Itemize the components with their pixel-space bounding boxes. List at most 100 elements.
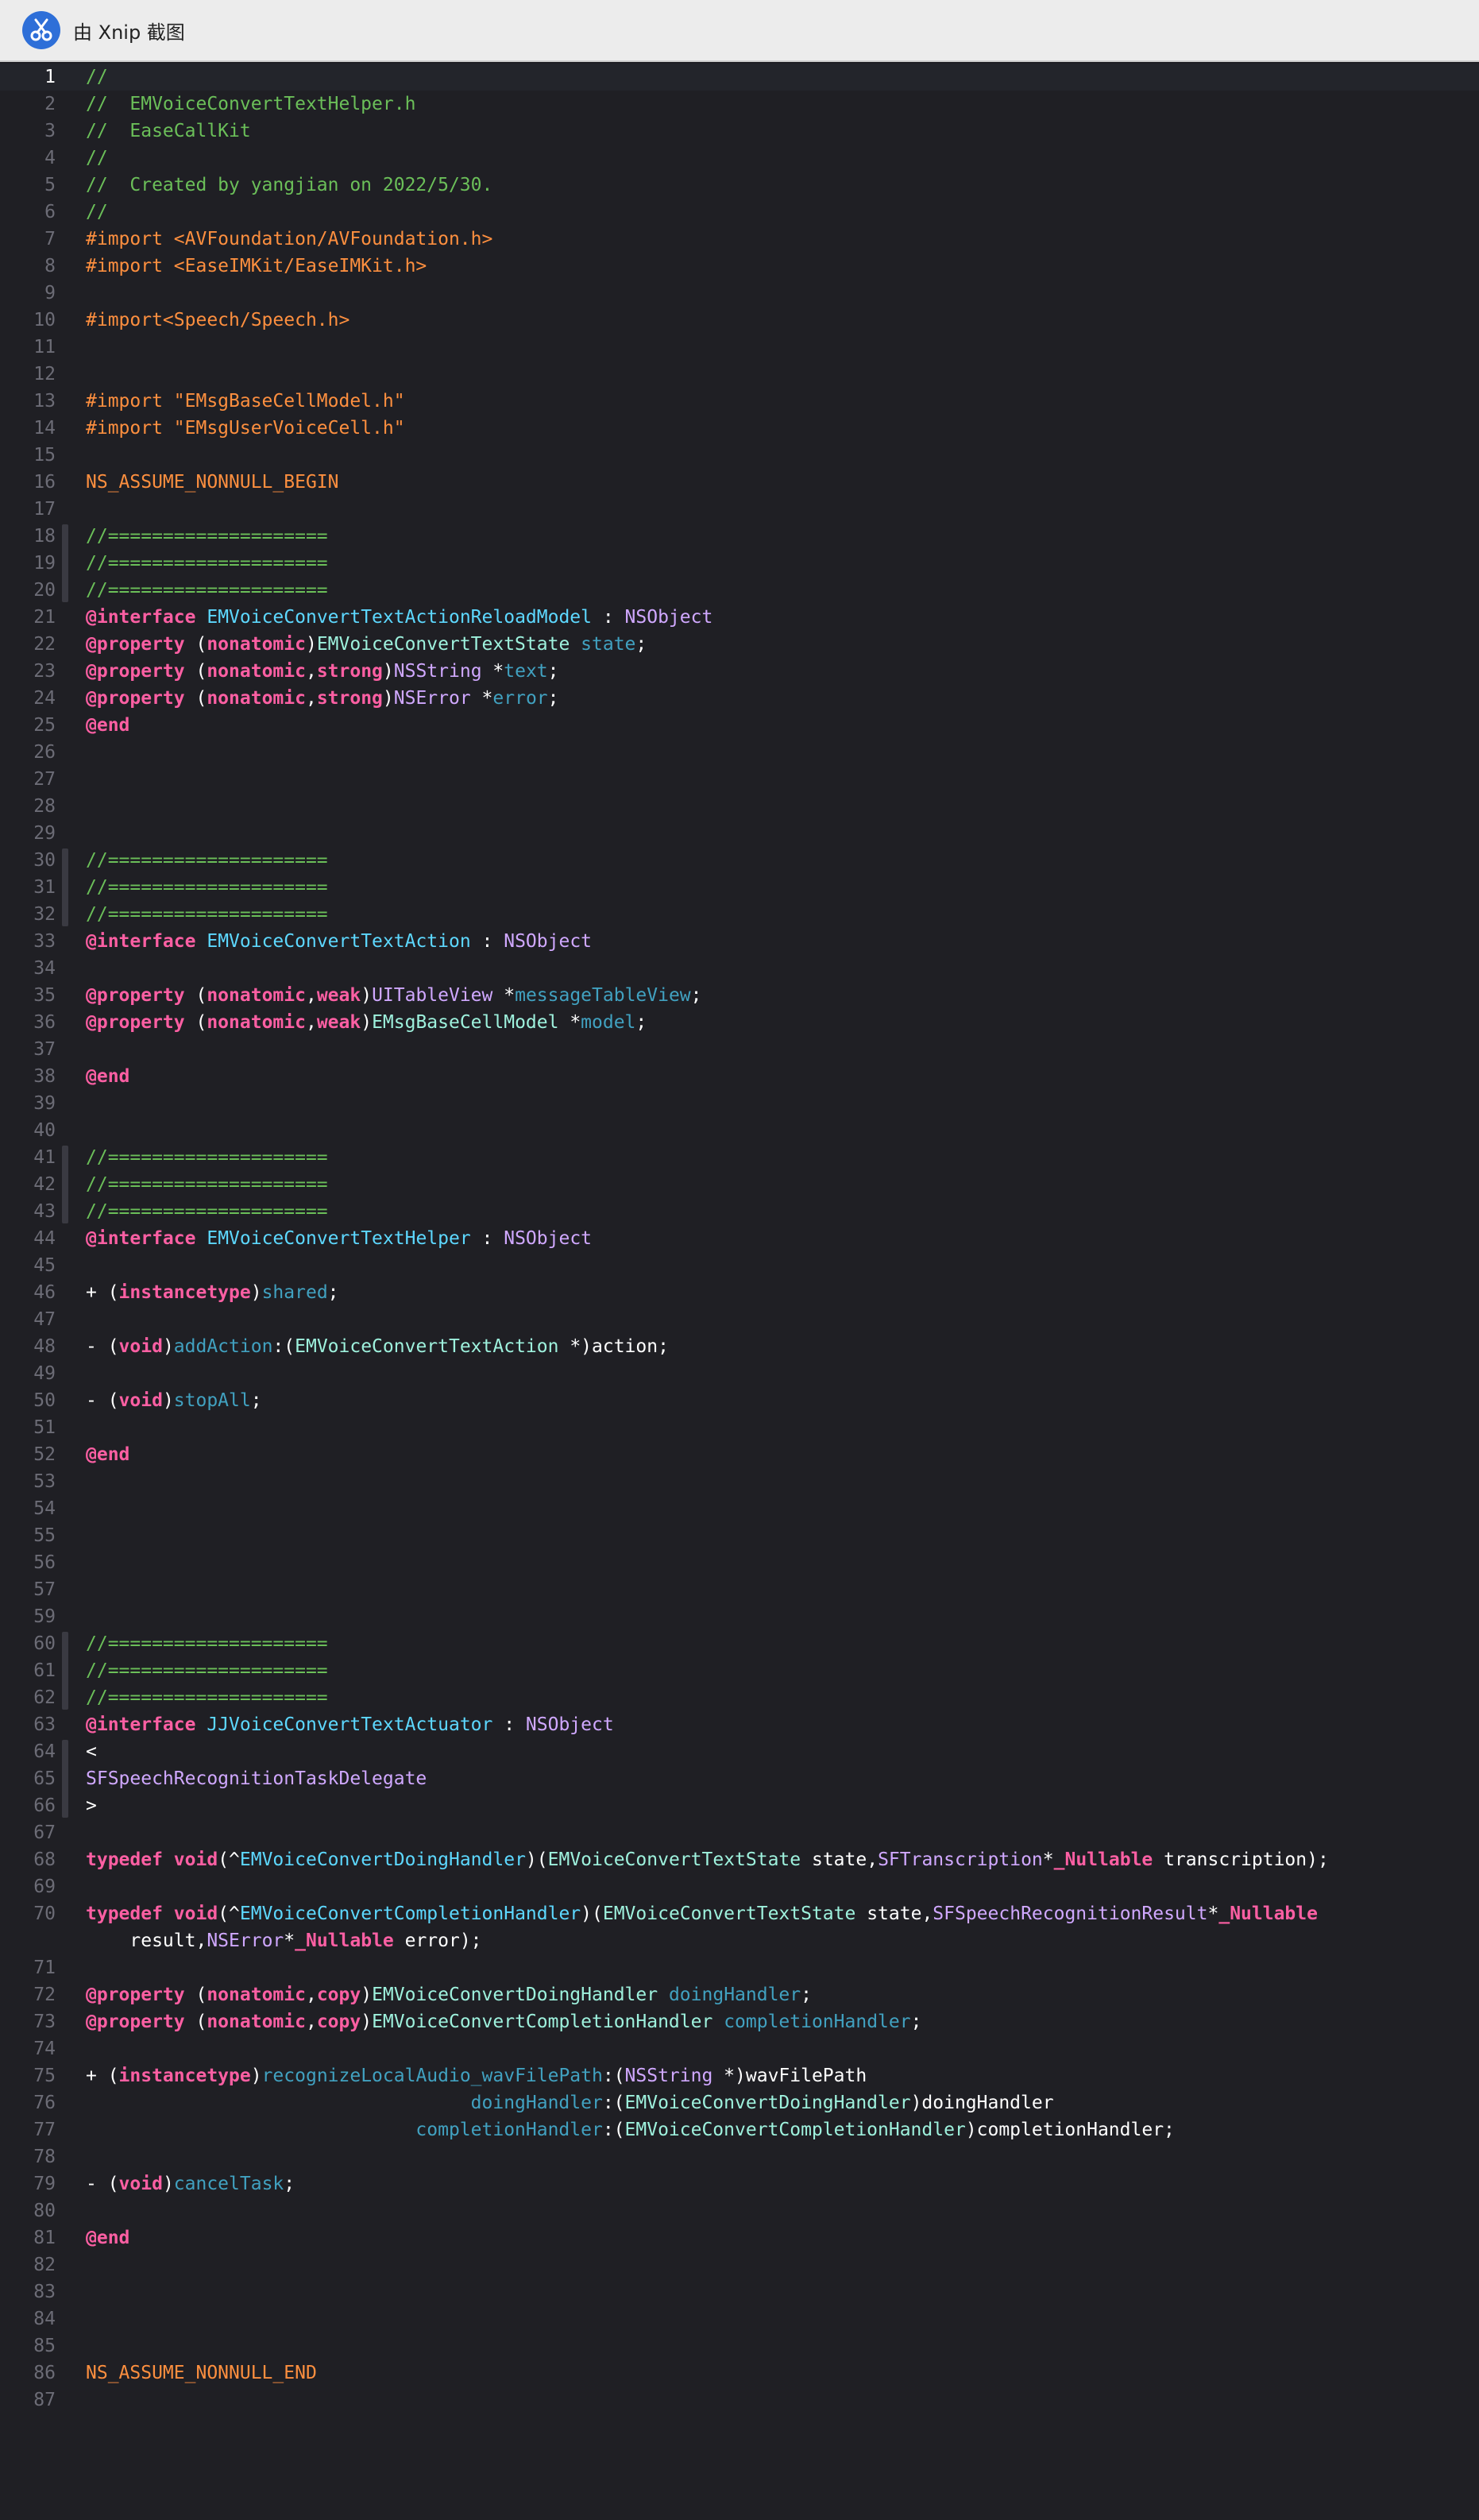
code-line[interactable]: 5 // Created by yangjian on 2022/5/30. [0,172,1479,199]
code-line[interactable]: 68 typedef void(^EMVoiceConvertDoingHandl… [0,1846,1479,1873]
code-token: ) [250,1282,262,1303]
code-line[interactable]: 77 completionHandler:(EMVoiceConvertComp… [0,2116,1479,2143]
code-line[interactable]: 56 [0,1549,1479,1576]
line-number: 46 [33,1282,56,1303]
code-line[interactable]: 66 > [0,1792,1479,1819]
code-line[interactable]: 55 [0,1522,1479,1549]
code-line[interactable]: 83 [0,2278,1479,2305]
code-line[interactable]: 67 [0,1819,1479,1846]
code-line[interactable]: 36 @property (nonatomic,weak)EMsgBaseCell… [0,1009,1479,1036]
code-line[interactable]: 3 // EaseCallKit [0,118,1479,145]
code-line[interactable]: result,NSError*_Nullable error); [0,1927,1479,1954]
code-token: ( [184,634,207,655]
code-editor[interactable]: 1 // 2 // EMVoiceConvertTextHelper.h 3 // Eas… [0,64,1479,2520]
code-line[interactable]: 4 // [0,145,1479,172]
line-code: @interface EMVoiceConvertTextAction : NS… [86,928,592,955]
code-line[interactable]: 87 [0,2387,1479,2414]
code-line[interactable]: 61 //==================== [0,1657,1479,1684]
code-line[interactable]: 46 + (instancetype)shared; [0,1279,1479,1306]
code-line[interactable]: 84 [0,2305,1479,2333]
code-line[interactable]: 32 //==================== [0,901,1479,928]
code-line[interactable]: 71 [0,1954,1479,1981]
code-line[interactable]: 57 [0,1576,1479,1603]
code-line[interactable]: 29 [0,820,1479,847]
code-line[interactable]: 2 // EMVoiceConvertTextHelper.h [0,91,1479,118]
code-line[interactable]: 82 [0,2251,1479,2278]
code-line[interactable]: 42 //==================== [0,1171,1479,1198]
code-line[interactable]: 33 @interface EMVoiceConvertTextAction : … [0,928,1479,955]
code-line[interactable]: 37 [0,1036,1479,1063]
code-line[interactable]: 54 [0,1495,1479,1522]
code-line[interactable]: 26 [0,739,1479,766]
code-line[interactable]: 16 NS_ASSUME_NONNULL_BEGIN [0,469,1479,496]
line-code: // EaseCallKit [86,118,251,145]
code-line[interactable]: 76 doingHandler:(EMVoiceConvertDoingHand… [0,2089,1479,2116]
code-line[interactable]: 38 @end [0,1063,1479,1090]
code-line[interactable]: 79 - (void)cancelTask; [0,2170,1479,2197]
code-line[interactable]: 49 [0,1360,1479,1387]
code-line[interactable]: 73 @property (nonatomic,copy)EMVoiceConve… [0,2008,1479,2035]
code-line[interactable]: 1 // [0,64,1479,91]
code-line[interactable]: 60 //==================== [0,1630,1479,1657]
code-line[interactable]: 20 //==================== [0,577,1479,604]
code-token: //==================== [86,1660,328,1681]
code-line[interactable]: 27 [0,766,1479,793]
code-line[interactable]: 81 @end [0,2224,1479,2251]
code-line[interactable]: 12 [0,361,1479,388]
code-line[interactable]: 53 [0,1468,1479,1495]
line-code: //==================== [86,874,328,901]
code-line[interactable]: 65 SFSpeechRecognitionTaskDelegate [0,1765,1479,1792]
code-line[interactable]: 13 #import "EMsgBaseCellModel.h" [0,388,1479,415]
code-line[interactable]: 9 [0,280,1479,307]
code-line[interactable]: 28 [0,793,1479,820]
code-token: ( [184,2012,207,2032]
code-line[interactable]: 21 @interface EMVoiceConvertTextActionRel… [0,604,1479,631]
code-token: + ( [86,2066,119,2086]
code-line[interactable]: 51 [0,1414,1479,1441]
code-line[interactable]: 6 // [0,199,1479,226]
code-line[interactable]: 19 //==================== [0,550,1479,577]
code-line[interactable]: 45 [0,1252,1479,1279]
code-line[interactable]: 17 [0,496,1479,523]
code-line[interactable]: 78 [0,2143,1479,2170]
code-line[interactable]: 24 @property (nonatomic,strong)NSError *e… [0,685,1479,712]
code-line[interactable]: 31 //==================== [0,874,1479,901]
code-line[interactable]: 8 #import <EaseIMKit/EaseIMKit.h> [0,253,1479,280]
code-line[interactable]: 80 [0,2197,1479,2224]
code-line[interactable]: 15 [0,442,1479,469]
code-line[interactable]: 11 [0,334,1479,361]
code-line[interactable]: 86 NS_ASSUME_NONNULL_END [0,2360,1479,2387]
code-line[interactable]: 85 [0,2333,1479,2360]
code-line[interactable]: 43 //==================== [0,1198,1479,1225]
code-line[interactable]: 70 typedef void(^EMVoiceConvertCompletion… [0,1900,1479,1927]
code-line[interactable]: 30 //==================== [0,847,1479,874]
code-line[interactable]: 48 - (void)addAction:(EMVoiceConvertTextA… [0,1333,1479,1360]
code-line[interactable]: 18 //==================== [0,523,1479,550]
line-number: 3 [44,121,56,141]
code-line[interactable]: 35 @property (nonatomic,weak)UITableView … [0,982,1479,1009]
code-line[interactable]: 59 [0,1603,1479,1630]
code-line[interactable]: 40 [0,1117,1479,1144]
code-line[interactable]: 69 [0,1873,1479,1900]
code-line[interactable]: 25 @end [0,712,1479,739]
code-line[interactable]: 10 #import<Speech/Speech.h> [0,307,1479,334]
code-line[interactable]: 14 #import "EMsgUserVoiceCell.h" [0,415,1479,442]
code-line[interactable]: 23 @property (nonatomic,strong)NSString *… [0,658,1479,685]
code-line[interactable]: 74 [0,2035,1479,2062]
code-line[interactable]: 39 [0,1090,1479,1117]
code-line[interactable]: 50 - (void)stopAll; [0,1387,1479,1414]
code-line[interactable]: 63 @interface JJVoiceConvertTextActuator … [0,1711,1479,1738]
code-line[interactable]: 75 + (instancetype)recognizeLocalAudio_wa… [0,2062,1479,2089]
code-line[interactable]: 7 #import <AVFoundation/AVFoundation.h> [0,226,1479,253]
code-line[interactable]: 47 [0,1306,1479,1333]
code-line[interactable]: 52 @end [0,1441,1479,1468]
code-line[interactable]: 64 < [0,1738,1479,1765]
code-line[interactable]: 72 @property (nonatomic,copy)EMVoiceConve… [0,1981,1479,2008]
code-line[interactable]: 44 @interface EMVoiceConvertTextHelper : … [0,1225,1479,1252]
code-line[interactable]: 62 //==================== [0,1684,1479,1711]
code-line[interactable]: 41 //==================== [0,1144,1479,1171]
code-line[interactable]: 22 @property (nonatomic)EMVoiceConvertTex… [0,631,1479,658]
code-line[interactable]: 34 [0,955,1479,982]
